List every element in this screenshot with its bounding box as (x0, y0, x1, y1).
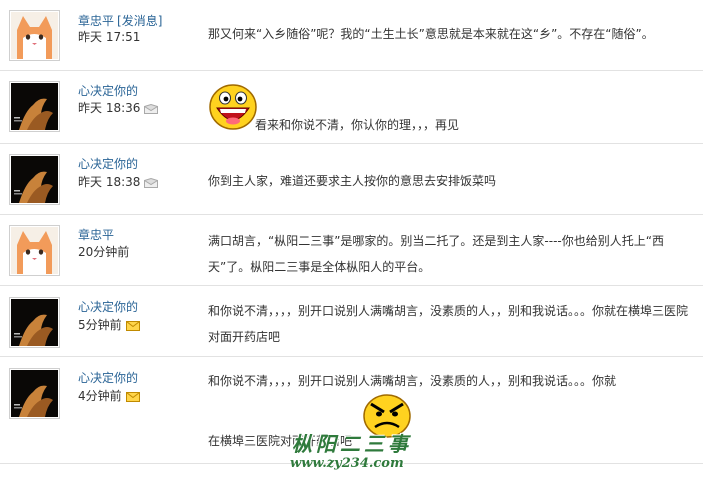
avatar-cat[interactable] (9, 10, 60, 61)
sender-name[interactable]: 心决定你的 (78, 369, 138, 386)
watermark-title: 枞阳二三事 (292, 432, 412, 456)
message-text-line2: 在横埠三医院对面开药店吧 (208, 434, 353, 448)
envelope-unread-icon[interactable] (125, 391, 140, 402)
message-text: 看来和你说不清，你认你的理，，，再见 (255, 118, 460, 132)
message-item: 心决定你的 5分钟前 和你说不清，，，，别开口说别人满嘴胡言，没素质的人，，别和… (0, 286, 703, 357)
avatar-hands[interactable] (9, 81, 60, 132)
message-time: 20分钟前 (78, 245, 130, 259)
message-time: 昨天 18:36 (78, 101, 141, 115)
hands-avatar-image (11, 370, 58, 417)
message-time: 5分钟前 (78, 318, 122, 332)
message-time: 昨天 18:38 (78, 175, 141, 189)
message-text: 你到主人家，难道还要求主人按你的意思去安排饭菜吗 (208, 174, 497, 188)
hands-avatar-image (11, 299, 58, 346)
sender-name[interactable]: 心决定你的 (78, 82, 138, 99)
watermark-url: www.zy234.com (290, 456, 404, 471)
sender-name[interactable]: 章忠平 (78, 14, 114, 28)
avatar-hands[interactable] (9, 368, 60, 419)
message-text: 和你说不清，，，，别开口说别人满嘴胡言，没素质的人，，别和我说话。。。你就在横埠… (208, 304, 689, 344)
hands-avatar-image (11, 156, 58, 203)
sender-name[interactable]: 心决定你的 (78, 298, 138, 315)
message-time: 4分钟前 (78, 389, 122, 403)
message-text-line1: 和你说不清，，，，别开口说别人满嘴胡言，没素质的人，，别和我说话。。。你就 (208, 374, 617, 388)
hands-avatar-image (11, 83, 58, 130)
avatar-cat[interactable] (9, 225, 60, 276)
message-text: 满口胡言，“枞阳二三事”是哪家的。别当二托了。还是到主人家----你也给别人托上… (208, 234, 664, 274)
send-message-link[interactable]: [发消息] (117, 14, 162, 28)
envelope-open-icon[interactable] (144, 103, 159, 114)
message-time: 昨天 17:51 (78, 30, 141, 44)
site-watermark: 枞阳二三事 www.zy234.com (286, 428, 416, 476)
envelope-unread-icon[interactable] (125, 320, 140, 331)
message-item: 心决定你的 昨天 18:38 你到主人家，难道还要求主人按你的意思去安排饭菜吗 (0, 144, 703, 215)
message-item: 心决定你的 昨天 18:36 看来和你说不清，你认你的理，，，再见 (0, 71, 703, 144)
cat-avatar-image (11, 12, 58, 59)
envelope-open-icon[interactable] (144, 177, 159, 188)
sender-name[interactable]: 章忠平 (78, 226, 114, 243)
avatar-hands[interactable] (9, 154, 60, 205)
laughing-smiley-icon (209, 84, 257, 130)
cat-avatar-image (11, 227, 58, 274)
sender-name[interactable]: 心决定你的 (78, 155, 138, 172)
message-item: 章忠平 20分钟前 满口胡言，“枞阳二三事”是哪家的。别当二托了。还是到主人家-… (0, 215, 703, 286)
avatar-hands[interactable] (9, 297, 60, 348)
message-item: 章忠平 [发消息] 昨天 17:51 那又何来“入乡随俗”呢？我的“土生土长”意思… (0, 0, 703, 71)
message-text: 那又何来“入乡随俗”呢？我的“土生土长”意思就是本来就在这“乡”。不存在“随俗”… (208, 27, 654, 41)
